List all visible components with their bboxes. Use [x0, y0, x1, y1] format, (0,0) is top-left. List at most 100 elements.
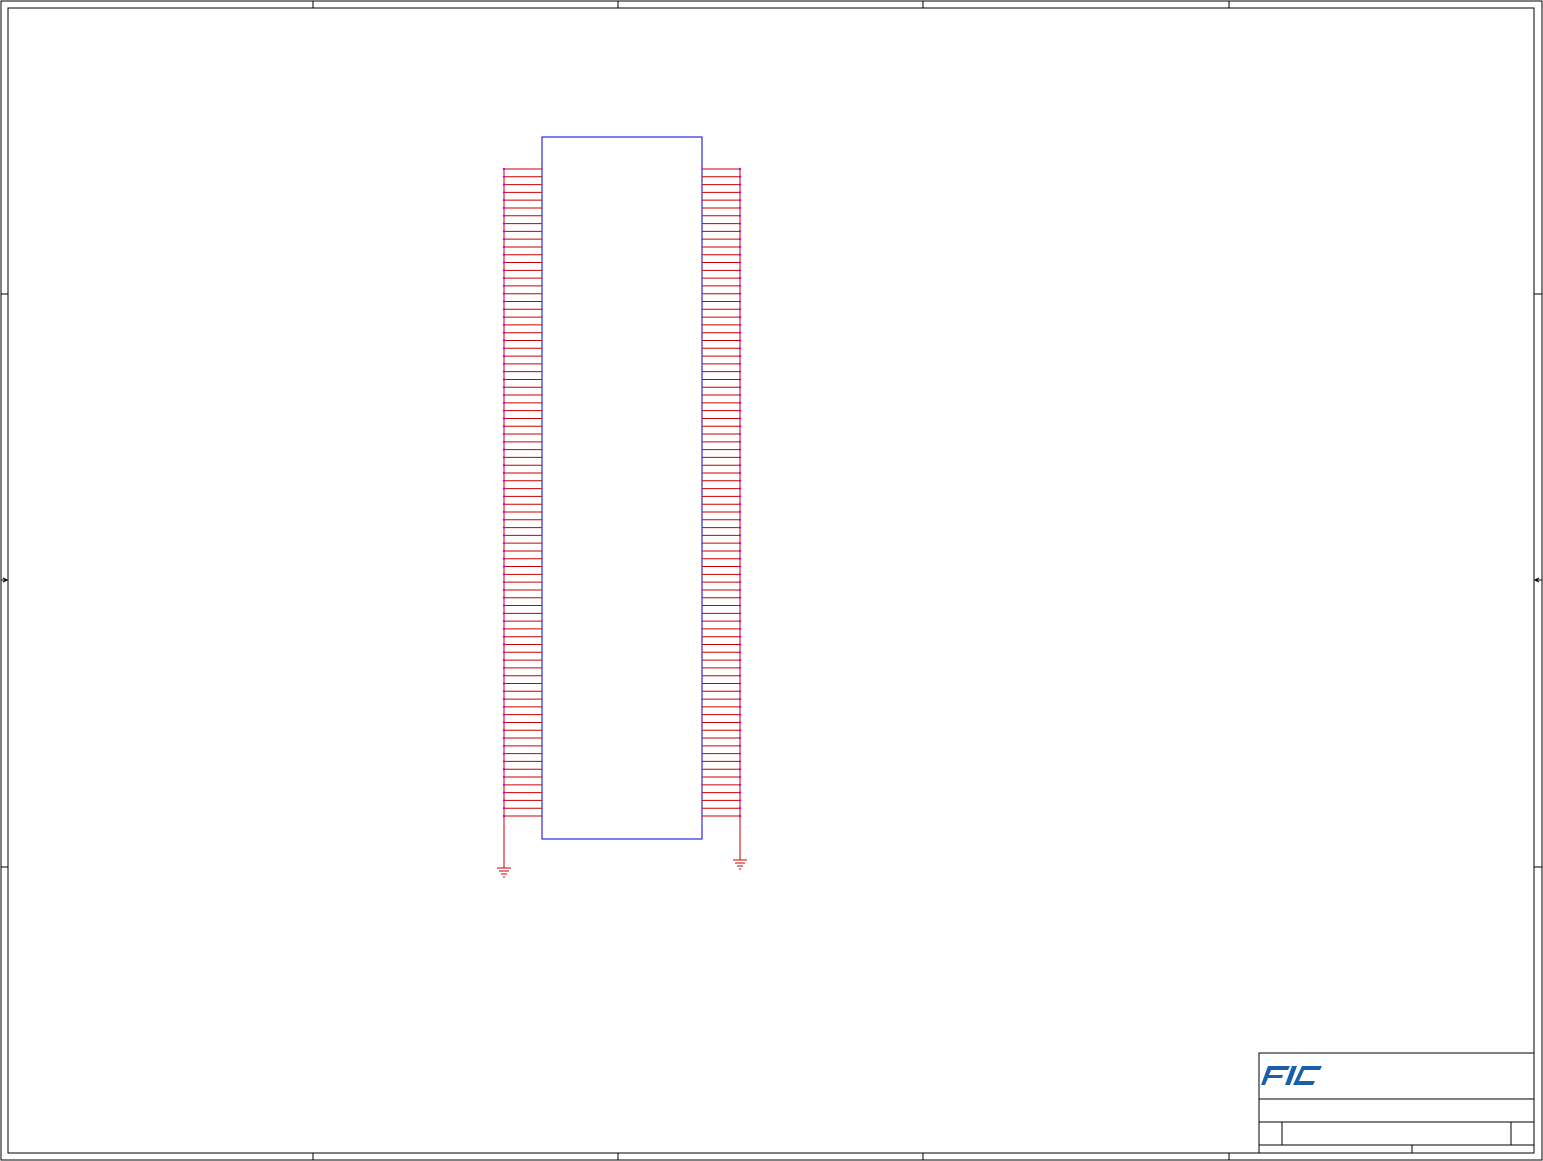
title-block — [1258, 1052, 1535, 1154]
right-pin-junction — [738, 518, 742, 521]
left-pin-junction — [502, 198, 506, 202]
right-pin-junction — [738, 510, 742, 514]
ground-left[interactable] — [497, 816, 511, 878]
left-pin-junction — [502, 736, 506, 740]
left-pin-junction — [502, 253, 506, 256]
right-pin-junction — [738, 807, 742, 810]
left-pin-junction — [502, 541, 506, 545]
fic-logo-icon — [1261, 1066, 1322, 1085]
left-pin-junction — [502, 565, 506, 568]
right-pin-junction — [738, 690, 742, 693]
left-pin-junction — [502, 331, 506, 334]
ground-right[interactable] — [733, 816, 747, 870]
right-pin-junction — [738, 253, 742, 256]
left-pin-junction — [502, 230, 506, 233]
left-pin-junction — [502, 308, 506, 311]
left-pin-group — [502, 167, 542, 818]
left-pin-junction — [502, 284, 506, 288]
right-pin-junction — [738, 432, 742, 436]
right-pin-junction — [738, 643, 742, 646]
left-pin-junction — [502, 713, 506, 716]
left-pin-junction — [502, 534, 506, 537]
right-pin-junction — [738, 401, 742, 405]
left-pin-junction — [502, 604, 506, 607]
right-pin-junction — [738, 651, 742, 654]
left-pin-junction — [502, 323, 506, 327]
left-pin-junction — [502, 705, 506, 709]
left-pin-junction — [502, 409, 506, 412]
right-pin-junction — [738, 198, 742, 202]
right-pin-junction — [738, 557, 742, 560]
right-pin-junction — [738, 222, 742, 225]
left-pin-junction — [502, 362, 506, 366]
left-pin-junction — [502, 775, 506, 779]
right-pin-junction — [738, 549, 742, 553]
left-pin-junction — [502, 245, 506, 249]
left-pin-junction — [502, 502, 506, 506]
right-pin-junction — [738, 292, 742, 295]
right-pin-junction — [738, 783, 742, 787]
right-pin-junction — [738, 682, 742, 685]
right-pin-junction — [738, 331, 742, 334]
left-pin-junction — [502, 167, 506, 171]
right-pin-junction — [738, 323, 742, 327]
right-pin-junction — [738, 658, 742, 662]
right-pin-group — [702, 167, 742, 818]
left-pin-junction — [502, 339, 506, 342]
right-pin-junction — [738, 456, 742, 459]
right-pin-junction — [738, 565, 742, 568]
left-pin-junction — [502, 292, 506, 295]
right-pin-junction — [738, 674, 742, 677]
schematic-sheet — [0, 0, 1543, 1161]
right-pin-junction — [738, 464, 742, 467]
left-pin-junction — [502, 526, 506, 529]
left-pin-junction — [502, 635, 506, 638]
right-pin-junction — [738, 417, 742, 420]
left-pin-junction — [502, 456, 506, 459]
right-pin-junction — [738, 339, 742, 342]
right-pin-junction — [738, 386, 742, 389]
connector-body[interactable] — [541, 136, 703, 840]
right-pin-junction — [738, 425, 742, 428]
left-pin-junction — [502, 619, 506, 623]
left-pin-junction — [502, 729, 506, 732]
left-pin-junction — [502, 417, 506, 420]
right-pin-junction — [738, 799, 742, 802]
left-pin-junction — [502, 744, 506, 748]
right-pin-junction — [738, 440, 742, 444]
left-pin-junction — [502, 261, 506, 264]
right-pin-junction — [738, 744, 742, 748]
left-pin-junction — [502, 487, 506, 490]
left-pin-junction — [502, 471, 506, 475]
left-pin-junction — [502, 651, 506, 654]
right-pin-junction — [738, 487, 742, 490]
right-pin-junction — [738, 214, 742, 217]
left-pin-junction — [502, 807, 506, 810]
sheet-border — [0, 0, 1543, 1161]
left-pin-junction — [502, 386, 506, 389]
right-pin-junction — [738, 580, 742, 584]
right-pin-junction — [738, 230, 742, 233]
left-pin-junction — [502, 760, 506, 763]
left-pin-junction — [502, 269, 506, 272]
right-pin-junction — [738, 495, 742, 498]
left-pin-junction — [502, 370, 506, 373]
left-pin-junction — [502, 206, 506, 210]
right-pin-junction — [738, 768, 742, 771]
left-pin-junction — [502, 237, 506, 241]
left-pin-junction — [502, 799, 506, 802]
left-pin-junction — [502, 573, 506, 576]
left-pin-junction — [502, 627, 506, 631]
left-pin-junction — [502, 191, 506, 194]
right-pin-junction — [738, 448, 742, 451]
ground-icon — [733, 859, 747, 870]
right-pin-junction — [738, 206, 742, 210]
left-pin-junction — [502, 464, 506, 467]
left-pin-junction — [502, 791, 506, 794]
right-pin-junction — [738, 573, 742, 576]
left-pin-junction — [502, 479, 506, 483]
left-pin-junction — [502, 378, 506, 381]
right-pin-junction — [738, 300, 742, 303]
left-pin-junction — [502, 393, 506, 397]
right-pin-junction — [738, 237, 742, 241]
